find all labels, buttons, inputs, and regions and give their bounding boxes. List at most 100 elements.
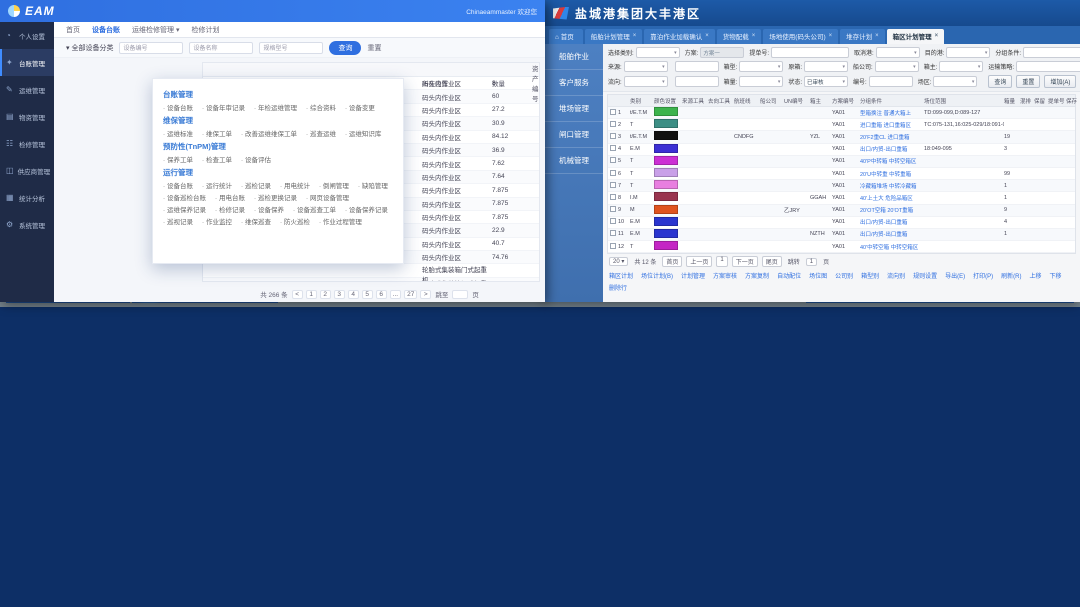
menu-item[interactable]: 用电统计	[280, 180, 310, 190]
eam-sidebar-item[interactable]: ☷ 检修管理	[0, 130, 54, 157]
row-checkbox[interactable]	[610, 218, 616, 224]
field-control[interactable]: 已审核	[804, 76, 848, 87]
color-swatch[interactable]	[654, 192, 678, 201]
pager-link[interactable]: 尾页	[762, 256, 782, 267]
plan-row[interactable]: 9 M 乙JRY YA01 20'OT空箱 20'OT重箱	[608, 205, 1075, 217]
menu-item[interactable]: 检修记录	[215, 204, 245, 214]
menu-item[interactable]: 设备保养记录	[345, 204, 388, 214]
plan-row[interactable]: 4 E.M YA01 出口/内贸-出口重箱 18:049-095	[608, 144, 1075, 156]
pager-link[interactable]: 首页	[662, 256, 682, 267]
menu-item[interactable]: 运行统计	[202, 180, 232, 190]
page-chip[interactable]: 4	[348, 290, 359, 299]
cell-group-link[interactable]: 20'F2重CL 进口重箱	[860, 133, 924, 141]
action-link[interactable]: 方案复制	[745, 271, 769, 280]
menu-item[interactable]: 巡查运维	[306, 128, 336, 138]
action-link[interactable]: 下移	[1050, 271, 1062, 280]
plan-row[interactable]: 3 t/E.T.M CNDFG YZL YA01 20'F2重CL 进口重箱	[608, 131, 1075, 143]
action-link[interactable]: 规则设置	[913, 271, 937, 280]
menu-item[interactable]: 改善运维维保工单	[241, 128, 297, 138]
page-chip[interactable]: <	[292, 290, 303, 299]
action-link[interactable]: 方案审核	[713, 271, 737, 280]
color-swatch[interactable]	[654, 119, 678, 128]
action-link[interactable]: 箱区计划	[609, 271, 633, 280]
menu-item[interactable]: 设备变更	[345, 102, 375, 112]
menu-item[interactable]: 用电台账	[215, 192, 245, 202]
row-checkbox[interactable]	[610, 194, 616, 200]
plan-row[interactable]: 2 T YA01 进口重箱 进口重箱区 TC:075-131,16:025-0	[608, 119, 1075, 131]
color-swatch[interactable]	[654, 131, 678, 140]
tos-tab[interactable]: ⌂ 首页	[549, 29, 583, 44]
form-button[interactable]: 增加(A)	[1044, 75, 1076, 88]
action-link[interactable]: 场位图	[809, 271, 827, 280]
action-link[interactable]: 流向别	[887, 271, 905, 280]
eam-tab[interactable]: 设备台账	[92, 25, 120, 35]
menu-item[interactable]: 设备保养	[254, 204, 284, 214]
close-icon[interactable]: ×	[752, 33, 756, 39]
eam-tab[interactable]: 运维检修管理 ▾	[132, 25, 179, 35]
tos-tab[interactable]: 船舶计划管理 ×	[585, 29, 643, 44]
menu-item[interactable]: 作业监控	[202, 216, 232, 226]
menu-item[interactable]: 防火巡检	[280, 216, 310, 226]
menu-item[interactable]: 保养工单	[163, 154, 193, 164]
cell-group-link[interactable]: 出口/内贸-出口重箱	[860, 218, 924, 226]
menu-item[interactable]: 设备台账	[163, 102, 193, 112]
plan-row[interactable]: 8 I.M GGAH YA01 40'上土大 危险品箱区	[608, 192, 1075, 204]
form-button[interactable]: 重置	[1016, 75, 1040, 88]
pager-link[interactable]: 下一页	[732, 256, 758, 267]
table-row[interactable]: 轮胎式集装箱门式起重机	[203, 278, 539, 282]
category-tree-toggle[interactable]: ▾ 全部设备分类	[66, 43, 113, 53]
color-swatch[interactable]	[654, 180, 678, 189]
page-chip[interactable]: >	[420, 290, 431, 299]
field-control[interactable]	[636, 47, 680, 58]
eam-tab[interactable]: 检修计划	[191, 25, 219, 35]
cell-group-link[interactable]: 40'中转空箱 中转空箱区	[860, 243, 924, 251]
cell-group-link[interactable]: 20'U中转重 中转重箱	[860, 170, 924, 178]
plan-row[interactable]: 5 T YA01 40'P中转箱 中转空箱区	[608, 156, 1075, 168]
plan-row[interactable]: 10 E.M YA01 出口/内贸-出口重箱 4	[608, 217, 1075, 229]
row-checkbox[interactable]	[610, 206, 616, 212]
page-chip[interactable]: 1	[306, 290, 317, 299]
menu-item[interactable]: 设备年审记录	[202, 102, 245, 112]
page-chip[interactable]: 5	[362, 290, 373, 299]
menu-item[interactable]: 网页设备管理	[306, 192, 349, 202]
action-link[interactable]: 刷新(R)	[1001, 271, 1021, 280]
cell-group-link[interactable]: 冷藏箱堆场 中转冷藏箱	[860, 182, 924, 190]
menu-item[interactable]: 年检运维管理	[254, 102, 297, 112]
menu-item[interactable]: 运维标准	[163, 128, 193, 138]
cell-group-link[interactable]: 40'P中转箱 中转空箱区	[860, 157, 924, 165]
form-button[interactable]: 查询	[988, 75, 1012, 88]
row-checkbox[interactable]	[610, 145, 616, 151]
action-link[interactable]: 自动配位	[777, 271, 801, 280]
field-control[interactable]	[771, 47, 849, 58]
jump-input[interactable]: 1	[806, 258, 817, 266]
tos-tab[interactable]: 箱区计划管理 ×	[887, 29, 945, 44]
close-icon[interactable]: ×	[875, 33, 879, 39]
row-checkbox[interactable]	[610, 182, 616, 188]
action-link[interactable]: 箱型别	[861, 271, 879, 280]
menu-item[interactable]: 综合资料	[306, 102, 336, 112]
color-swatch[interactable]	[654, 205, 678, 214]
page-chip[interactable]: ...	[390, 290, 401, 299]
menu-item[interactable]: 巡检更换记录	[254, 192, 297, 202]
action-link[interactable]: 打印(P)	[973, 271, 993, 280]
tos-tab[interactable]: 靠泊作业加载确认 ×	[644, 29, 715, 44]
color-swatch[interactable]	[654, 217, 678, 226]
query-button[interactable]: 查询	[329, 41, 361, 55]
menu-item[interactable]: 检查工单	[202, 154, 232, 164]
row-checkbox[interactable]	[610, 157, 616, 163]
color-swatch[interactable]	[654, 107, 678, 116]
color-swatch[interactable]	[654, 168, 678, 177]
action-link[interactable]: 计划管理	[681, 271, 705, 280]
eam-sidebar-item[interactable]: ◔ 个人设置	[0, 22, 54, 49]
plan-row[interactable]: 11 E.M NZTH YA01 出口/内贸-出口重箱	[608, 229, 1075, 241]
field-control[interactable]	[675, 61, 719, 72]
field-control[interactable]	[804, 61, 848, 72]
field-control[interactable]	[1023, 47, 1080, 58]
page-size-select[interactable]: 20 ▾	[609, 257, 628, 266]
pager-link[interactable]: 1	[716, 256, 727, 267]
cell-group-link[interactable]: 进口重箱 进口重箱区	[860, 121, 924, 129]
cell-group-link[interactable]: 20'OT空箱 20'OT重箱	[860, 206, 924, 214]
row-checkbox[interactable]	[610, 243, 616, 249]
row-checkbox[interactable]	[610, 170, 616, 176]
field-control[interactable]: 方案一	[700, 47, 744, 58]
